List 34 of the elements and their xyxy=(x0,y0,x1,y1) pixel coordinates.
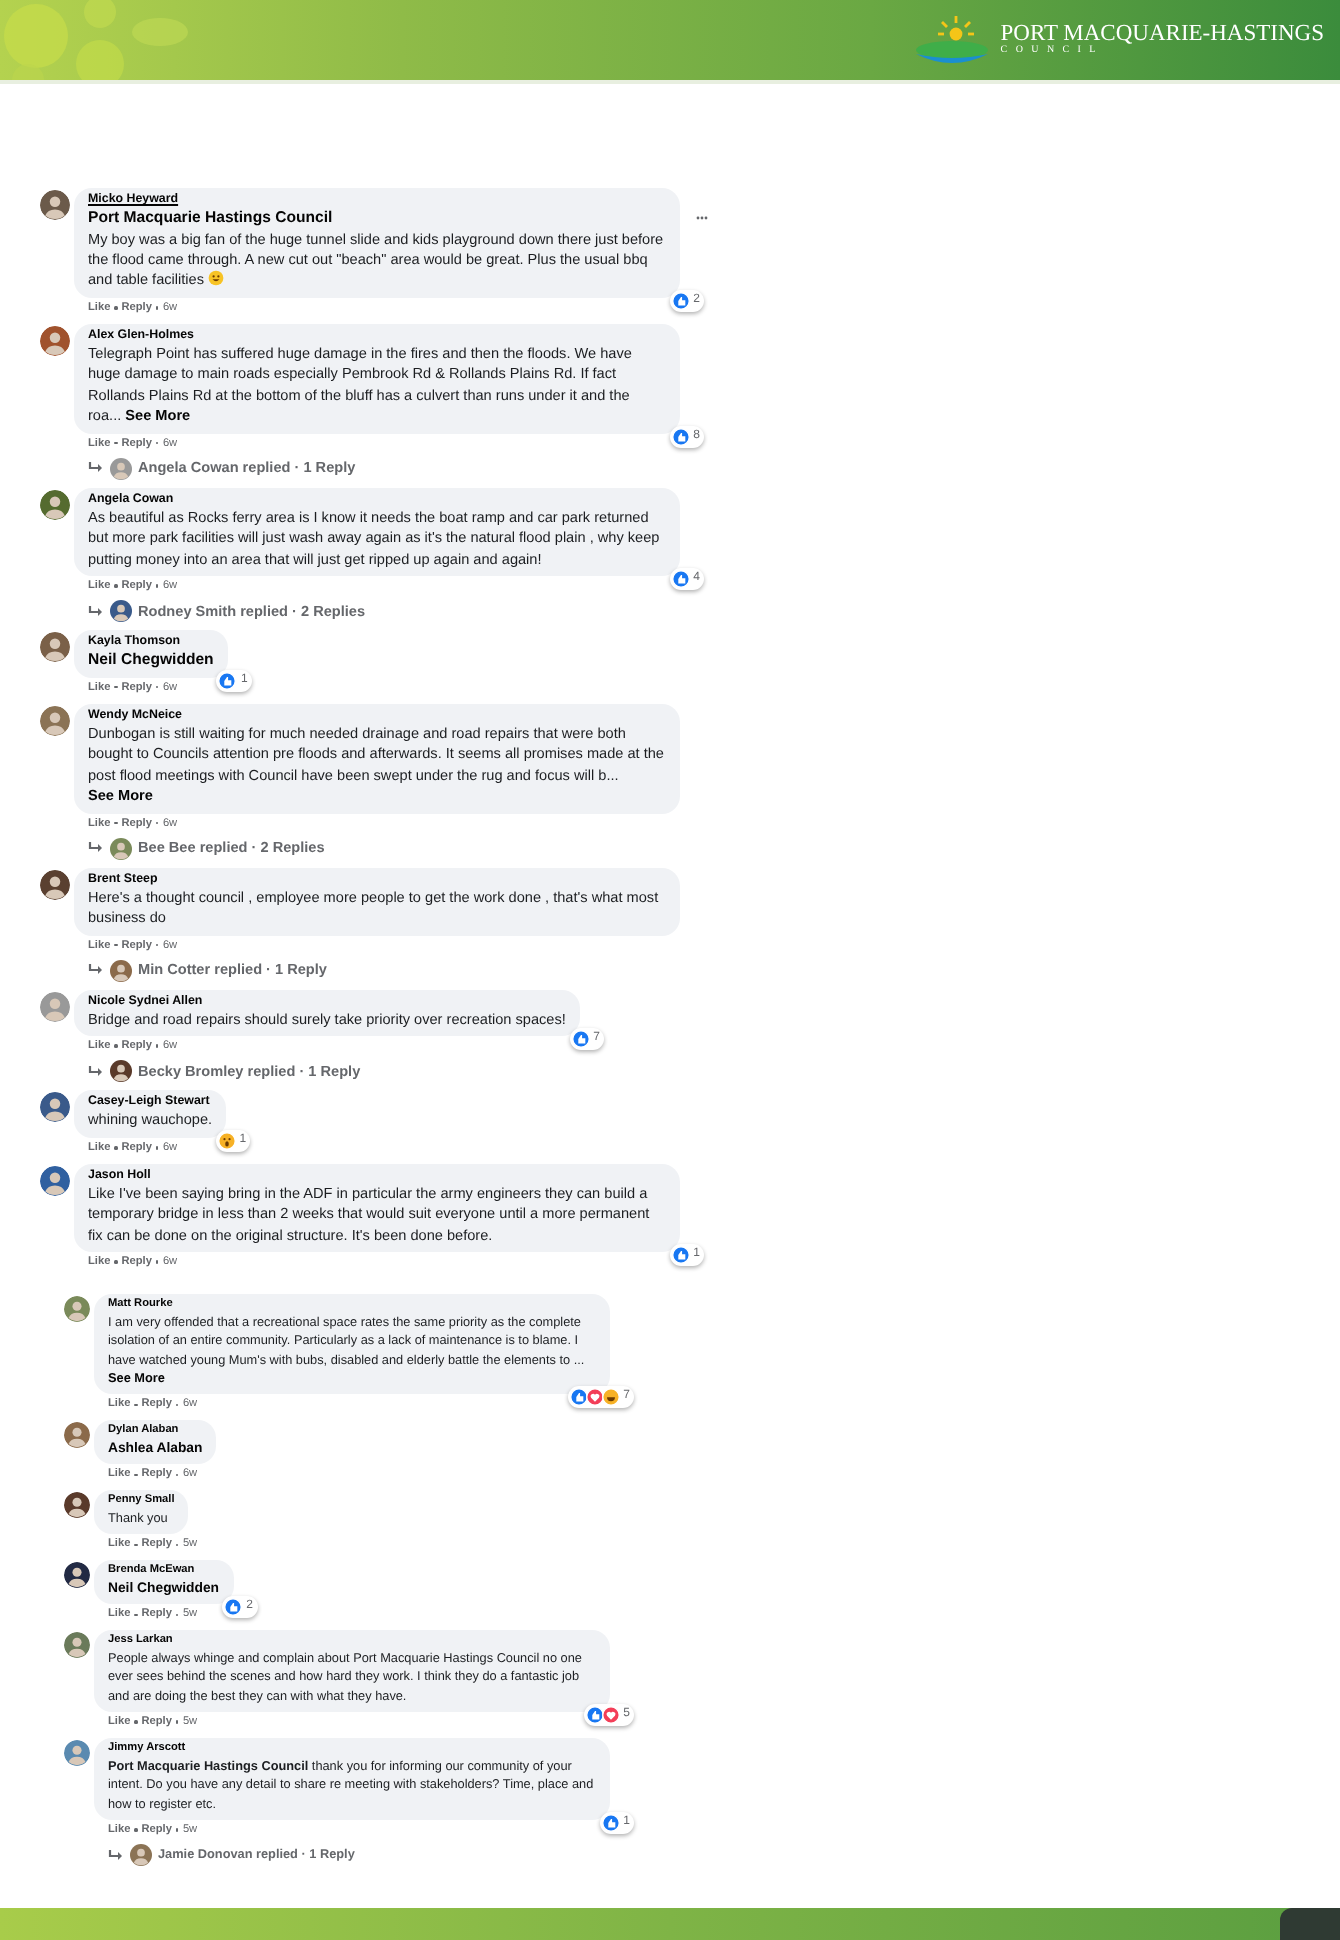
like-reaction-icon xyxy=(671,291,690,310)
avatar xyxy=(110,457,132,480)
like-reaction-icon xyxy=(571,1030,590,1049)
avatar[interactable] xyxy=(64,1562,90,1589)
avatar xyxy=(130,1844,152,1867)
like-reaction-icon xyxy=(671,1246,690,1265)
avatar xyxy=(110,837,132,860)
like-reaction-icon xyxy=(218,671,237,690)
haha-reaction-icon xyxy=(601,1388,620,1407)
reply-arrow-icon xyxy=(88,462,104,475)
reply-arrow-icon xyxy=(88,605,104,618)
wow-reaction-icon xyxy=(217,1131,236,1150)
like-reaction-icon xyxy=(585,1706,604,1725)
love-reaction-icon xyxy=(585,1388,604,1407)
reply-arrow-icon xyxy=(88,964,104,977)
avatar xyxy=(110,600,132,623)
love-reaction-icon xyxy=(601,1706,620,1725)
like-reaction-icon xyxy=(569,1388,588,1407)
avatar xyxy=(110,959,132,982)
like-reaction-icon xyxy=(224,1598,243,1617)
logo-title: PORT MACQUARIE-HASTINGS xyxy=(1000,22,1324,46)
like-reaction-icon xyxy=(671,427,690,446)
avatar[interactable] xyxy=(64,1492,90,1519)
logo-icon xyxy=(914,14,991,66)
reply-arrow-icon xyxy=(108,1849,124,1862)
avatar[interactable] xyxy=(40,869,70,900)
reply-arrow-icon xyxy=(88,1065,104,1078)
like-reaction-icon xyxy=(601,1814,620,1833)
avatar[interactable] xyxy=(40,1165,70,1196)
avatar xyxy=(110,1060,132,1083)
avatar[interactable] xyxy=(40,190,70,220)
avatar[interactable] xyxy=(40,1092,70,1123)
reply-arrow-icon xyxy=(88,842,104,855)
like-reaction-icon xyxy=(671,570,690,589)
